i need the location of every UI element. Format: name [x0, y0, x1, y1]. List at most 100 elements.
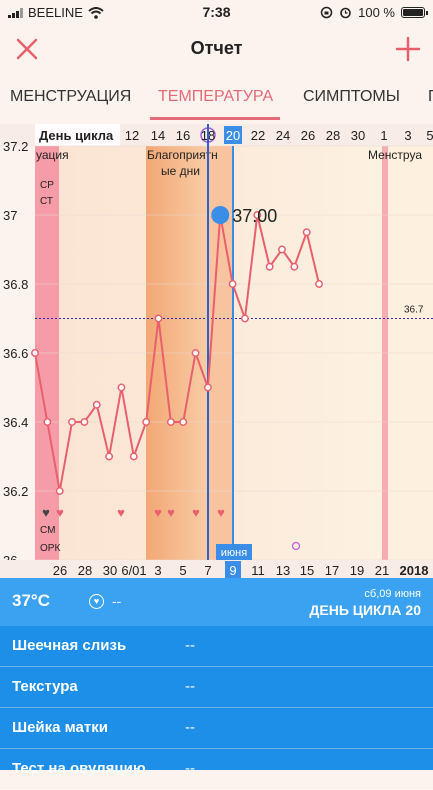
heart-marker: ♥: [217, 505, 225, 520]
date-tick: 7: [204, 563, 211, 578]
date-tick: 17: [325, 563, 339, 578]
y-tick-label: 36.8: [3, 277, 28, 292]
tag-label: ОРК: [40, 543, 60, 554]
details-panel: 37°C ♥ -- сб,09 июня ДЕНЬ ЦИКЛА 20 Шеечн…: [0, 578, 433, 790]
y-tick-label: 37: [3, 208, 17, 223]
day-summary[interactable]: 37°C ♥ -- сб,09 июня ДЕНЬ ЦИКЛА 20: [0, 578, 433, 626]
tab-more[interactable]: П: [428, 88, 433, 106]
cycle-day-tick: 22: [251, 128, 265, 143]
add-icon[interactable]: [393, 34, 423, 64]
data-point: [302, 228, 311, 237]
detail-value: --: [185, 637, 195, 654]
cycle-day-header-label: День цикла: [39, 128, 114, 143]
cycle-day-tick: 5: [426, 128, 433, 143]
battery-icon: [401, 7, 428, 18]
detail-label: Текстура: [12, 678, 78, 695]
cycle-day-tick: 30: [351, 128, 365, 143]
data-point: [228, 280, 237, 288]
rotation-lock-icon: [320, 6, 333, 19]
coverline-label: 36.7: [404, 305, 424, 316]
tag-label: СМ: [40, 525, 55, 536]
fertile-label-line2: ые дни: [161, 164, 200, 178]
chart-svg: День цикла1214161820222426283013537.2373…: [0, 124, 433, 578]
active-tab-indicator: [150, 117, 280, 120]
cycle-day-tick: 1: [380, 128, 387, 143]
status-right: 100 %: [320, 5, 428, 20]
cycle-day-tick: 16: [176, 128, 190, 143]
date-tick: 11: [251, 563, 265, 578]
heart-marker: ♥: [192, 505, 200, 520]
data-point: [129, 452, 138, 461]
detail-row-cervical-mucus[interactable]: Шеечная слизь --: [0, 626, 433, 667]
month-label: июня: [221, 547, 247, 559]
detail-value: --: [185, 760, 195, 777]
note-value: --: [112, 593, 122, 609]
data-point: [105, 452, 114, 461]
period-label-right: Менструа: [368, 148, 422, 162]
tab-bar: МЕНСТРУАЦИЯ ТЕМПЕРАТУРА СИМПТОМЫ П: [0, 80, 433, 120]
data-point: [265, 262, 274, 271]
selected-value-label: 37.00: [232, 206, 277, 226]
date-tick: 21: [375, 563, 389, 578]
y-tick-label: 36.6: [3, 346, 28, 361]
temperature-chart[interactable]: День цикла1214161820222426283013537.2373…: [0, 124, 433, 578]
tab-temperature[interactable]: ТЕМПЕРАТУРА: [158, 88, 273, 106]
date-tick: 5: [179, 563, 186, 578]
detail-row-texture[interactable]: Текстура --: [0, 667, 433, 708]
data-point: [55, 487, 64, 495]
cycle-day-tick: 26: [301, 128, 315, 143]
cycle-day-tick: 14: [151, 128, 165, 143]
data-point: [92, 400, 101, 409]
cycle-day-tick: 28: [326, 128, 340, 143]
heart-icon: ♥: [89, 594, 104, 609]
data-point: [154, 314, 163, 323]
y-tick-label: 36.4: [3, 415, 28, 430]
selected-temperature: 37°C: [12, 591, 50, 610]
cycle-day-tick: 3: [404, 128, 411, 143]
data-point: [68, 418, 77, 426]
date-tick: 9: [229, 563, 236, 578]
tab-menstruation[interactable]: МЕНСТРУАЦИЯ: [10, 88, 131, 106]
selected-point: [211, 206, 230, 224]
heart-marker: ♥: [56, 505, 64, 520]
detail-value: --: [185, 678, 195, 695]
page-title: Отчет: [190, 38, 243, 58]
date-tick: 26: [53, 563, 67, 578]
data-point: [80, 418, 89, 426]
date-tick: 19: [350, 563, 364, 578]
date-tick: 2018: [400, 563, 429, 578]
selected-date: сб,09 июня: [364, 588, 421, 600]
data-point: [117, 383, 126, 392]
date-tick: 6/01: [121, 563, 146, 578]
data-point: [179, 418, 188, 426]
heart-marker: ♥: [154, 505, 162, 520]
alarm-icon: [340, 7, 351, 19]
y-tick-label: 37.2: [3, 139, 28, 154]
heart-marker: ♥: [117, 505, 125, 520]
detail-row-cervix[interactable]: Шейка матки --: [0, 708, 433, 749]
detail-label: Шеечная слизь: [12, 637, 127, 654]
date-tick: 13: [276, 563, 290, 578]
heart-marker-dark: ♥: [42, 505, 50, 520]
date-tick: 30: [103, 563, 117, 578]
detail-label: Тест на овуляцию: [12, 760, 146, 777]
tag-label: СТ: [40, 196, 53, 207]
y-tick-label: 36.2: [3, 484, 28, 499]
selected-cycle-day: ДЕНЬ ЦИКЛА 20: [309, 602, 421, 618]
data-point: [290, 262, 299, 271]
cycle-day-tick: 24: [276, 128, 290, 143]
tab-symptoms[interactable]: СИМПТОМЫ: [303, 88, 400, 106]
detail-label: Шейка матки: [12, 719, 108, 736]
status-bar: BEELINE 7:38 100 %: [0, 0, 433, 24]
data-point: [142, 418, 151, 426]
data-point: [31, 349, 39, 357]
tag-label: СР: [40, 180, 54, 191]
data-point: [278, 245, 286, 254]
battery-percent: 100 %: [358, 5, 395, 20]
nav-bar: Отчет: [0, 28, 433, 72]
date-tick: 15: [300, 563, 314, 578]
cycle-day-tick: 12: [125, 128, 139, 143]
cycle-day-tick: 20: [226, 128, 240, 143]
data-point: [241, 314, 249, 323]
data-point: [203, 383, 212, 392]
